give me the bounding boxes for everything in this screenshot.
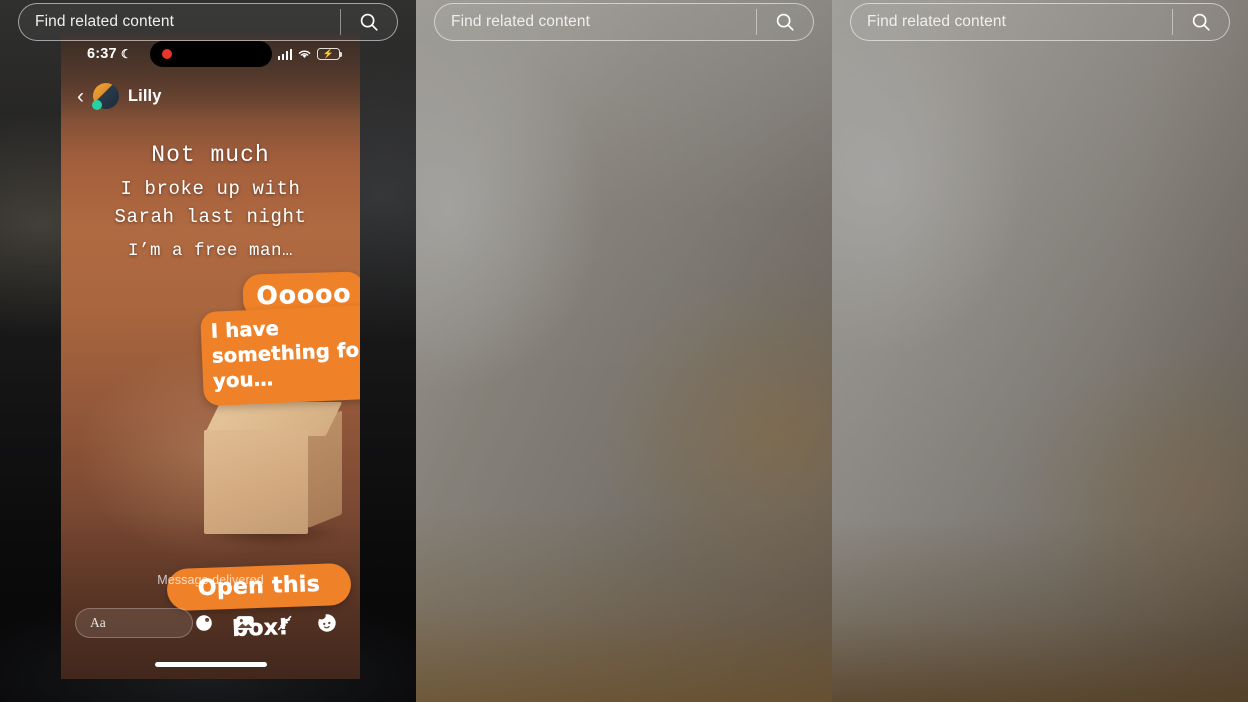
search-icon[interactable] — [341, 4, 397, 40]
digital-touch-icon[interactable] — [275, 612, 297, 634]
message-line-2: I broke up with — [120, 178, 301, 200]
input-icon-row-1 — [193, 612, 346, 634]
panel-3-dim-overlay — [832, 0, 1248, 702]
wifi-icon — [298, 50, 311, 59]
delivery-status-1: Message delivered — [157, 573, 264, 587]
video-panel-1: Find related content 6:37 ☾ ⚡ ‹ Lilly No… — [0, 0, 416, 702]
status-bar-1: 6:37 ☾ ⚡ — [61, 36, 360, 72]
cardboard-box-image[interactable] — [194, 402, 344, 546]
find-related-content-bar-3[interactable]: Find related content — [850, 3, 1230, 41]
find-related-content-bar-1[interactable]: Find related content — [18, 3, 398, 41]
panel-2-dim-overlay — [416, 0, 832, 702]
back-button-1[interactable]: ‹ — [77, 86, 84, 107]
message-line-3: Sarah last night — [114, 205, 307, 228]
moon-icon: ☾ — [120, 47, 132, 61]
signal-icon — [277, 48, 292, 60]
stickers-icon[interactable] — [316, 612, 338, 634]
conversation-header-1: ‹ Lilly — [61, 72, 360, 120]
message-line-1: Not much — [151, 142, 270, 168]
sticker-i-have-something[interactable]: I have something for you… — [200, 303, 360, 407]
video-panel-3: Find related content Here! — [832, 0, 1248, 702]
photos-icon[interactable] — [234, 612, 256, 634]
message-input-1[interactable]: Aa — [75, 608, 193, 638]
search-icon[interactable] — [1173, 4, 1229, 40]
home-indicator-1 — [154, 662, 267, 667]
screenshot-stage: Find related content 6:37 ☾ ⚡ ‹ Lilly No… — [0, 0, 1248, 702]
camera-icon[interactable] — [193, 612, 215, 634]
phone-screen-1: 6:37 ☾ ⚡ ‹ Lilly Not much I broke up wit… — [61, 36, 360, 679]
message-input-bar-1: Aa — [61, 601, 360, 645]
avatar[interactable] — [92, 83, 119, 110]
status-time-1: 6:37 ☾ — [87, 46, 132, 62]
search-input-3[interactable]: Find related content — [851, 13, 1172, 31]
contact-name-1: Lilly — [128, 86, 162, 105]
search-input-2[interactable]: Find related content — [435, 13, 756, 31]
search-icon[interactable] — [757, 4, 813, 40]
status-indicators-1: ⚡ — [277, 48, 343, 60]
box-front-face — [204, 430, 308, 534]
video-panel-2: Find related content Hey o o o o O o o o… — [416, 0, 832, 702]
recording-dot-icon — [161, 49, 172, 59]
battery-icon: ⚡ — [317, 48, 343, 60]
status-time-value-1: 6:37 — [87, 46, 117, 62]
search-input-1[interactable]: Find related content — [19, 13, 340, 31]
message-text-block-1: Not much I broke up with Sarah last nigh… — [61, 142, 360, 261]
dynamic-island-1 — [149, 41, 272, 67]
avatar-status-badge — [92, 100, 102, 110]
message-line-4: I’m a free man… — [127, 241, 294, 262]
find-related-content-bar-2[interactable]: Find related content — [434, 3, 814, 41]
